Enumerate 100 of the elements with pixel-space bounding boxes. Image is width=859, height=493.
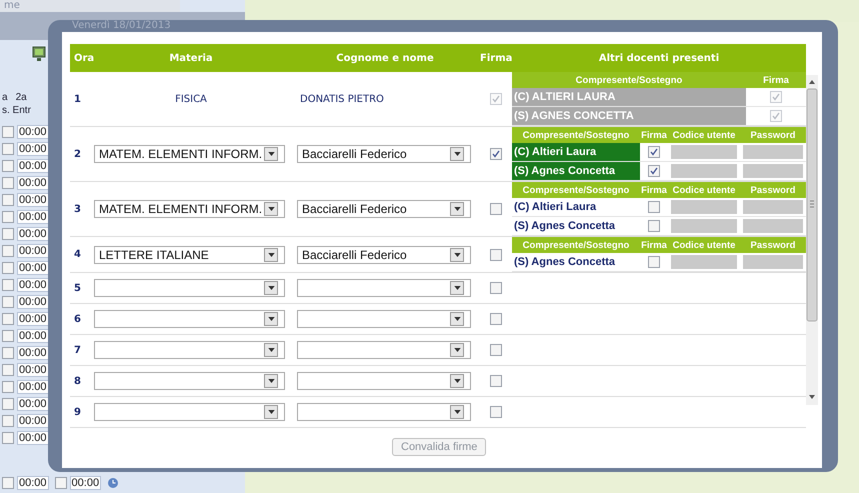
checkbox[interactable] — [2, 176, 14, 188]
time-field[interactable]: 00:00 — [17, 226, 49, 240]
time-field[interactable]: 00:00 — [17, 362, 49, 376]
column-label: 2a — [16, 92, 27, 103]
input-field[interactable] — [743, 164, 803, 178]
input-field[interactable] — [671, 145, 737, 159]
input-field[interactable] — [671, 219, 737, 233]
column-header: Firma — [640, 130, 668, 140]
time-field[interactable]: 00:00 — [17, 244, 49, 258]
checkbox[interactable] — [2, 296, 14, 308]
checkbox[interactable] — [2, 142, 14, 154]
dropdown[interactable]: MATEM. ELEMENTI INFORM. — [94, 145, 285, 163]
checkbox[interactable] — [2, 278, 14, 290]
checkbox[interactable] — [490, 203, 502, 215]
checkbox[interactable] — [490, 248, 502, 260]
caret-icon[interactable] — [264, 343, 278, 357]
checkbox[interactable] — [648, 146, 660, 158]
checkbox[interactable] — [2, 312, 14, 324]
checkbox[interactable] — [2, 364, 14, 376]
time-field[interactable]: 00:00 — [17, 294, 49, 308]
checkbox[interactable] — [490, 313, 502, 325]
time-field[interactable]: 00:00 — [17, 192, 49, 206]
column-header: Compresente/Sostegno — [522, 240, 630, 250]
time-field[interactable]: 00:00 — [17, 396, 49, 410]
checkbox[interactable] — [2, 346, 14, 358]
caret-icon[interactable] — [450, 281, 464, 295]
checkbox[interactable] — [648, 201, 660, 213]
time-field[interactable]: 00:00 — [17, 260, 49, 274]
input-field[interactable] — [743, 255, 803, 269]
teacher-name: (S) Agnes Concetta — [513, 255, 616, 270]
checkbox[interactable] — [2, 210, 14, 222]
input-field[interactable] — [743, 145, 803, 159]
time-field[interactable]: 00:00 — [17, 142, 49, 156]
caret-icon[interactable] — [264, 248, 278, 262]
caret-icon[interactable] — [450, 248, 464, 262]
checkbox[interactable] — [648, 256, 660, 268]
checkbox[interactable] — [2, 160, 14, 172]
checkbox[interactable] — [2, 330, 14, 342]
time-field[interactable]: 00:00 — [17, 124, 49, 138]
checkbox[interactable] — [2, 476, 14, 488]
dropdown[interactable]: Bacciarelli Federico — [297, 246, 471, 264]
column-header: Codice utente — [672, 240, 736, 250]
checkbox[interactable] — [2, 228, 14, 240]
dropdown[interactable]: LETTERE ITALIANE — [94, 246, 285, 264]
input-field[interactable] — [671, 255, 737, 269]
time-field[interactable]: 00:00 — [17, 328, 49, 342]
checkbox[interactable] — [2, 414, 14, 426]
checkbox[interactable] — [490, 344, 502, 356]
checkbox[interactable] — [2, 398, 14, 410]
input-field[interactable] — [671, 164, 737, 178]
checkbox[interactable] — [648, 220, 660, 232]
time-field[interactable]: 00:00 — [17, 476, 49, 490]
time-field[interactable]: 00:00 — [17, 210, 49, 224]
time-field[interactable]: 00:00 — [70, 476, 102, 490]
scrollbar[interactable] — [806, 75, 818, 405]
column-header: Firma — [640, 240, 668, 250]
time-field[interactable]: 00:00 — [17, 380, 49, 394]
caret-icon[interactable] — [450, 374, 464, 388]
time-field[interactable]: 00:00 — [17, 278, 49, 292]
caret-icon[interactable] — [264, 202, 278, 216]
dropdown[interactable]: Bacciarelli Federico — [297, 200, 471, 218]
caret-icon[interactable] — [450, 147, 464, 161]
hour-number: 2 — [73, 148, 82, 160]
checkbox[interactable] — [2, 380, 14, 392]
time-field[interactable]: 00:00 — [17, 430, 49, 444]
time-field[interactable]: 00:00 — [17, 346, 49, 360]
dropdown[interactable]: Bacciarelli Federico — [297, 145, 471, 163]
checkbox[interactable] — [490, 282, 502, 294]
checkbox[interactable] — [490, 406, 502, 418]
time-field[interactable]: 00:00 — [17, 176, 49, 190]
caret-icon[interactable] — [450, 202, 464, 216]
caret-icon[interactable] — [264, 374, 278, 388]
checkbox[interactable] — [2, 244, 14, 256]
hour-number: 6 — [73, 314, 82, 324]
time-field[interactable]: 00:00 — [17, 414, 49, 428]
checkbox[interactable] — [2, 194, 14, 206]
column-header: Firma — [480, 52, 512, 64]
checkbox[interactable] — [490, 375, 502, 387]
caret-icon[interactable] — [450, 312, 464, 326]
checkbox[interactable] — [2, 126, 14, 138]
caret-icon[interactable] — [264, 281, 278, 295]
caret-icon[interactable] — [450, 405, 464, 419]
checkbox[interactable] — [648, 165, 660, 177]
caret-icon[interactable] — [264, 405, 278, 419]
column-label: a — [2, 92, 8, 103]
dropdown[interactable]: MATEM. ELEMENTI INFORM. — [94, 200, 285, 218]
time-field[interactable]: 00:00 — [17, 158, 49, 172]
input-field[interactable] — [671, 200, 737, 214]
checkbox[interactable] — [490, 148, 502, 160]
caret-icon[interactable] — [450, 343, 464, 357]
input-field[interactable] — [743, 200, 803, 214]
monitor-icon[interactable] — [32, 46, 46, 62]
checkbox[interactable] — [2, 432, 14, 444]
time-field[interactable]: 00:00 — [17, 312, 49, 326]
caret-icon[interactable] — [264, 312, 278, 326]
clock-icon[interactable] — [107, 476, 120, 488]
caret-icon[interactable] — [264, 147, 278, 161]
input-field[interactable] — [743, 219, 803, 233]
hour-number: 5 — [73, 282, 82, 294]
checkbox[interactable] — [2, 262, 14, 274]
